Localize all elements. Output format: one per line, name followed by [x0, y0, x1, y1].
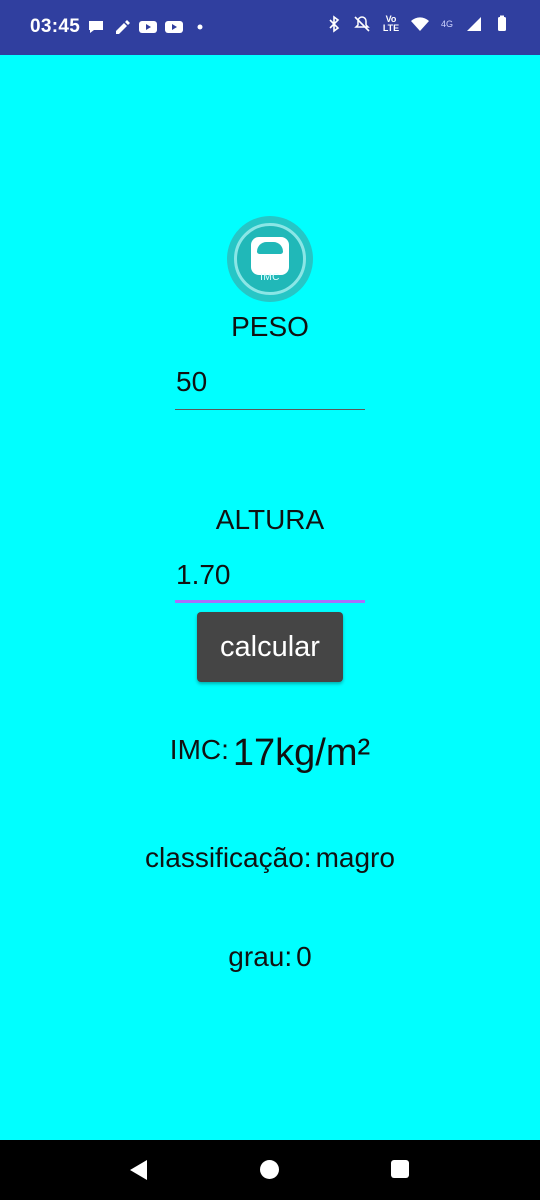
recent-apps-icon[interactable] — [391, 1160, 409, 1178]
imc-label: IMC: — [169, 734, 229, 765]
chat-bubble-icon — [86, 17, 106, 37]
more-notifications-dot-icon — [190, 17, 210, 37]
logo-text: IMC — [260, 272, 280, 283]
grau-value: 0 — [296, 941, 312, 972]
peso-value: 50 — [176, 366, 208, 397]
altura-label: ALTURA — [215, 504, 325, 535]
classificacao-label: classificação: — [145, 842, 312, 873]
notification-icons — [86, 17, 210, 37]
navigation-bar — [0, 1140, 540, 1200]
network-type-icon: 4G — [440, 18, 453, 29]
classificacao-value: magro — [315, 842, 395, 873]
classificacao-result: classificação: magro — [0, 842, 540, 874]
signal-icon — [464, 14, 484, 34]
status-bar: 03:45 Vo LTE 4G — [0, 0, 540, 55]
peso-input[interactable]: 50 — [175, 366, 365, 410]
grau-label: grau: — [228, 941, 293, 972]
back-icon[interactable] — [130, 1160, 147, 1180]
status-time: 03:45 — [30, 16, 81, 37]
calcular-button[interactable]: calcular — [197, 612, 343, 682]
battery-icon — [492, 14, 512, 34]
scale-icon: IMC — [234, 223, 306, 295]
youtube-icon — [138, 17, 158, 37]
mute-bell-icon — [352, 14, 372, 34]
app-content: IMC PESO 50 ALTURA 1.70 calcular IMC: 17… — [0, 55, 540, 1140]
altura-value: 1.70 — [176, 559, 231, 590]
volte-icon: Vo LTE — [382, 14, 400, 33]
pen-icon — [112, 17, 132, 37]
peso-label: PESO — [231, 311, 309, 342]
imc-result: IMC: 17kg/m² — [0, 732, 540, 775]
grau-result: grau: 0 — [0, 941, 540, 973]
wifi-icon — [410, 14, 430, 34]
altura-input[interactable]: 1.70 — [175, 559, 365, 603]
youtube-icon — [164, 17, 184, 37]
imc-value: 17kg/m² — [232, 732, 371, 774]
home-icon[interactable] — [260, 1160, 279, 1179]
bluetooth-icon — [324, 14, 344, 34]
system-icons: Vo LTE 4G — [324, 14, 512, 34]
imc-logo: IMC — [227, 216, 313, 302]
